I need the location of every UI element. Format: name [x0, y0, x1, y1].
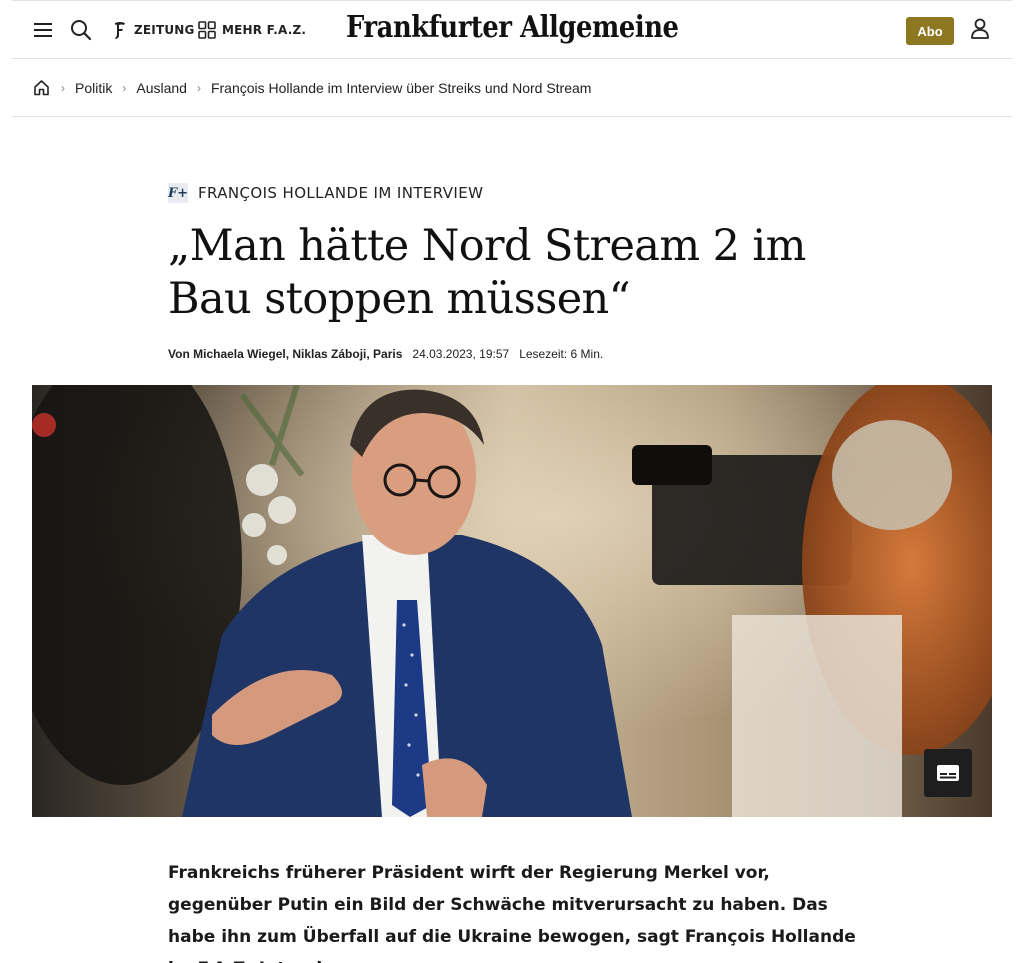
breadcrumb-politik[interactable]: Politik [75, 80, 112, 96]
chevron-right-icon: › [196, 80, 201, 95]
site-header: ZEITUNG MEHR F.A.Z. Frankfurter Allgemei… [12, 0, 1012, 59]
hero-image [32, 385, 992, 817]
breadcrumb-current: François Hollande im Interview über Stre… [210, 79, 592, 96]
chevron-right-icon: › [61, 80, 65, 95]
kicker-text: FRANÇOIS HOLLANDE IM INTERVIEW [198, 184, 484, 202]
chevron-right-icon: › [122, 80, 127, 95]
captions-icon [937, 765, 959, 781]
logo-text: Frankfurter Allgemeine [345, 10, 679, 45]
home-link[interactable] [33, 79, 51, 97]
site-logo[interactable]: Frankfurter Allgemeine [12, 10, 1012, 45]
breadcrumb: › Politik › Ausland › François Hollande … [12, 59, 1012, 117]
fplus-badge: F+ [168, 183, 188, 203]
article-headline: „Man hätte Nord Stream 2 im Bau stoppen … [168, 221, 806, 324]
breadcrumb-ausland[interactable]: Ausland [136, 80, 187, 96]
article-author[interactable]: Von Michaela Wiegel, Niklas Záboji, Pari… [168, 347, 402, 361]
home-icon [34, 80, 49, 96]
abo-button[interactable]: Abo [906, 17, 954, 45]
article-date: 24.03.2023, 19:57 [412, 347, 510, 361]
article-lead: Frankreichs früherer Präsident wirft der… [168, 863, 856, 963]
reading-time: Lesezeit: 6 Min. [519, 347, 604, 361]
captions-button[interactable] [924, 749, 972, 797]
article-kicker: F+ FRANÇOIS HOLLANDE IM INTERVIEW [168, 183, 483, 203]
article-meta: Von Michaela Wiegel, Niklas Záboji, Pari… [168, 347, 603, 361]
user-icon [971, 18, 989, 39]
user-account-button[interactable] [970, 18, 992, 42]
